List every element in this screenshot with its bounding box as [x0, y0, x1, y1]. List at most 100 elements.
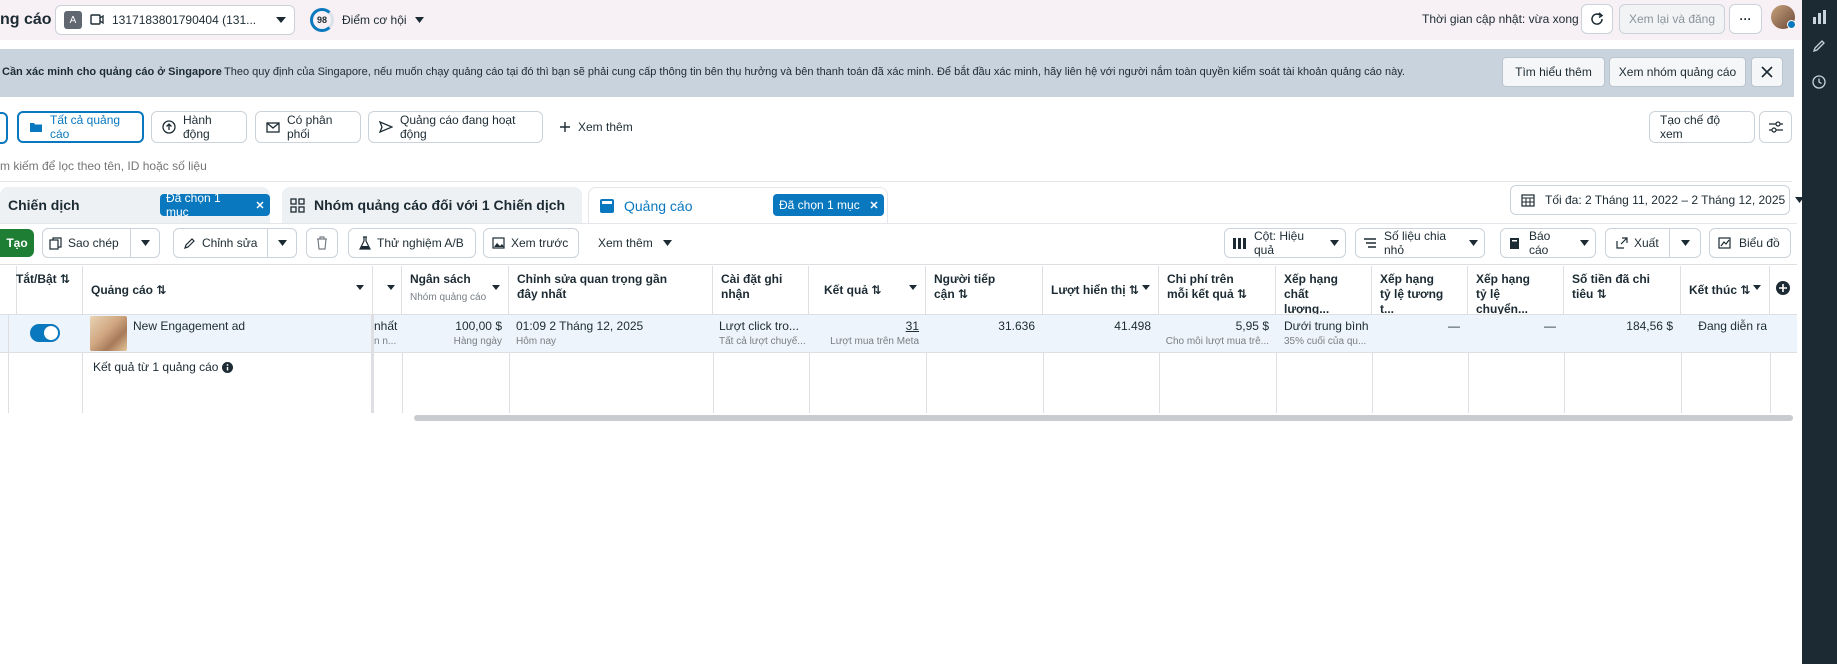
trash-icon	[316, 236, 328, 250]
edit-dropdown[interactable]	[268, 240, 296, 246]
export-icon	[1616, 237, 1628, 249]
filter-actions[interactable]: Hành động	[151, 111, 247, 143]
close-banner-button[interactable]	[1751, 57, 1783, 87]
summary-label: Kết quả từ 1 quảng cáo	[93, 360, 219, 374]
verification-banner: Cần xác minh cho quảng cáo ở Singapore T…	[0, 49, 1794, 97]
sliders-icon	[1768, 121, 1783, 133]
preview-button[interactable]: Xem trước	[483, 228, 579, 258]
columns-button[interactable]: Cột: Hiệu quả	[1224, 228, 1346, 258]
conversion-value: —	[1544, 319, 1556, 333]
export-group: Xuất	[1605, 228, 1701, 258]
duplicate-dropdown[interactable]	[131, 240, 159, 246]
budget-cell: 100,00 $ Hàng ngày	[402, 319, 502, 347]
filter-chip-partial[interactable]	[0, 112, 8, 144]
col-spent[interactable]: Số tiền đã chi tiêu ⇅	[1564, 266, 1681, 314]
columns-label: Cột: Hiệu quả	[1254, 229, 1305, 257]
filter-active-ads[interactable]: Quảng cáo đang hoạt động	[368, 111, 543, 143]
pencil-icon[interactable]	[1812, 39, 1826, 53]
chart-bar-icon[interactable]	[1812, 10, 1826, 24]
settings-button[interactable]	[1759, 111, 1792, 143]
last-edit-cell: 01:09 2 Tháng 12, 2025 Hôm nay	[516, 319, 706, 347]
export-button[interactable]: Xuất	[1606, 228, 1669, 258]
chevron-down-icon	[909, 285, 917, 290]
budget-value: 100,00 $	[455, 319, 502, 333]
reports-button[interactable]: Báo cáo	[1500, 228, 1596, 258]
chevron-down-icon	[356, 285, 364, 290]
col-impressions[interactable]: Lượt hiển thị ⇅	[1043, 266, 1159, 314]
chevron-down-icon	[1469, 240, 1478, 246]
close-icon[interactable]	[256, 201, 264, 209]
col-reach[interactable]: Người tiếp cận ⇅	[926, 266, 1043, 314]
quality-cell: Dưới trung bình 35% cuối của qu...	[1284, 319, 1370, 347]
date-range-picker[interactable]: Tối đa: 2 Tháng 11, 2022 – 2 Tháng 12, 2…	[1510, 185, 1805, 215]
col-last-edit[interactable]: Chỉnh sửa quan trọng gần đây nhất	[509, 266, 713, 314]
edit-group: Chỉnh sửa	[173, 228, 297, 258]
badge-label: Đã chọn 1 mục	[166, 191, 221, 219]
refresh-icon	[1590, 12, 1604, 26]
col-partial-hidden	[373, 266, 402, 314]
breakdown-button[interactable]: Số liệu chia nhỏ	[1355, 228, 1485, 258]
tab-ads[interactable]: Quảng cáo Đã chọn 1 mục	[588, 187, 888, 224]
charts-button[interactable]: Biểu đồ	[1709, 228, 1791, 258]
list-icon	[1364, 237, 1376, 249]
learn-more-button[interactable]: Tìm hiểu thêm	[1502, 57, 1605, 87]
toggle-switch[interactable]	[30, 324, 60, 342]
close-icon[interactable]	[870, 201, 878, 209]
filter-all-ads[interactable]: Tất cả quảng cáo	[17, 111, 144, 143]
add-column-icon[interactable]	[1776, 281, 1790, 295]
breakdown-label: Số liệu chia nhỏ	[1384, 229, 1447, 257]
update-status: Thời gian cập nhật: vừa xong	[1422, 12, 1579, 26]
col-cpr[interactable]: Chi phí trên mỗi kết quả ⇅	[1159, 266, 1276, 314]
col-ad[interactable]: Quảng cáo ⇅	[83, 266, 373, 314]
delete-button[interactable]	[306, 228, 338, 258]
create-view-button[interactable]: Tạo chế độ xem	[1649, 111, 1755, 143]
opportunity-label: Điểm cơ hội	[342, 13, 407, 27]
horizontal-scrollbar[interactable]	[414, 415, 1793, 421]
quality-value: Dưới trung bình	[1284, 319, 1369, 333]
results-cell[interactable]: 31 Lượt mua trên Meta	[812, 319, 919, 347]
ad-thumbnail[interactable]	[90, 316, 127, 351]
info-icon[interactable]	[222, 361, 234, 373]
selected-badge[interactable]: Đã chọn 1 mục	[160, 191, 270, 219]
last-edit-value: 01:09 2 Tháng 12, 2025	[516, 319, 644, 333]
filter-label: Tất cả quảng cáo	[50, 113, 121, 141]
clock-icon[interactable]	[1812, 75, 1826, 89]
results-value[interactable]: 31	[906, 319, 919, 333]
edit-button[interactable]: Chỉnh sửa	[174, 228, 267, 258]
opportunity-score[interactable]: 98 Điểm cơ hội	[310, 8, 424, 32]
badge-label: Đã chọn 1 mục	[779, 198, 860, 212]
duplicate-button[interactable]: Sao chép	[43, 228, 130, 258]
col-engagement[interactable]: Xếp hạng tỷ lệ tương t...	[1372, 266, 1468, 316]
col-budget[interactable]: Ngân sách Nhóm quảng cáo	[402, 266, 509, 314]
col-conversion[interactable]: Xếp hạng tỷ lệ chuyển...	[1468, 266, 1564, 316]
toolbar-see-more[interactable]: Xem thêm	[598, 236, 672, 250]
search-input[interactable]	[0, 151, 1791, 181]
score-ring: 98	[310, 8, 334, 32]
col-end[interactable]: Kết thúc ⇅	[1681, 266, 1770, 314]
ab-test-button[interactable]: Thử nghiệm A/B	[348, 228, 476, 258]
partial-cell: nhất n n...	[374, 319, 401, 347]
account-selector[interactable]: A 1317183801790404 (131...	[55, 5, 295, 35]
ad-name[interactable]: New Engagement ad	[133, 319, 245, 333]
create-button[interactable]: Tạo	[0, 229, 34, 257]
arrow-up-circle-icon	[162, 120, 176, 134]
review-publish-button[interactable]: Xem lại và đăng	[1619, 4, 1725, 34]
send-icon	[379, 120, 393, 134]
attribution-value: Lượt click tro...	[719, 319, 799, 333]
filter-delivering[interactable]: Có phân phối	[255, 111, 361, 143]
cpr-value: 5,95 $	[1235, 319, 1269, 333]
filter-see-more[interactable]: Xem thêm	[560, 120, 633, 134]
col-attribution[interactable]: Cài đặt ghi nhận	[713, 266, 809, 314]
tab-campaigns[interactable]: Chiến dịch Đã chọn 1 mục	[0, 187, 270, 223]
refresh-button[interactable]	[1581, 4, 1613, 34]
col-quality[interactable]: Xếp hạng chất lượng...	[1276, 266, 1372, 316]
view-adsets-button[interactable]: Xem nhóm quảng cáo	[1609, 57, 1746, 87]
col-results[interactable]: Kết quả ⇅	[809, 266, 926, 314]
export-dropdown[interactable]	[1670, 240, 1700, 246]
tab-adsets[interactable]: Nhóm quảng cáo đối với 1 Chiến dịch	[282, 187, 582, 223]
col-toggle[interactable]: Tắt/Bật ⇅	[8, 266, 83, 314]
export-label: Xuất	[1634, 236, 1659, 250]
selected-badge[interactable]: Đã chọn 1 mục	[773, 194, 884, 216]
end-value: Đang diễn ra	[1698, 319, 1767, 333]
more-button[interactable]: ···	[1729, 4, 1762, 34]
